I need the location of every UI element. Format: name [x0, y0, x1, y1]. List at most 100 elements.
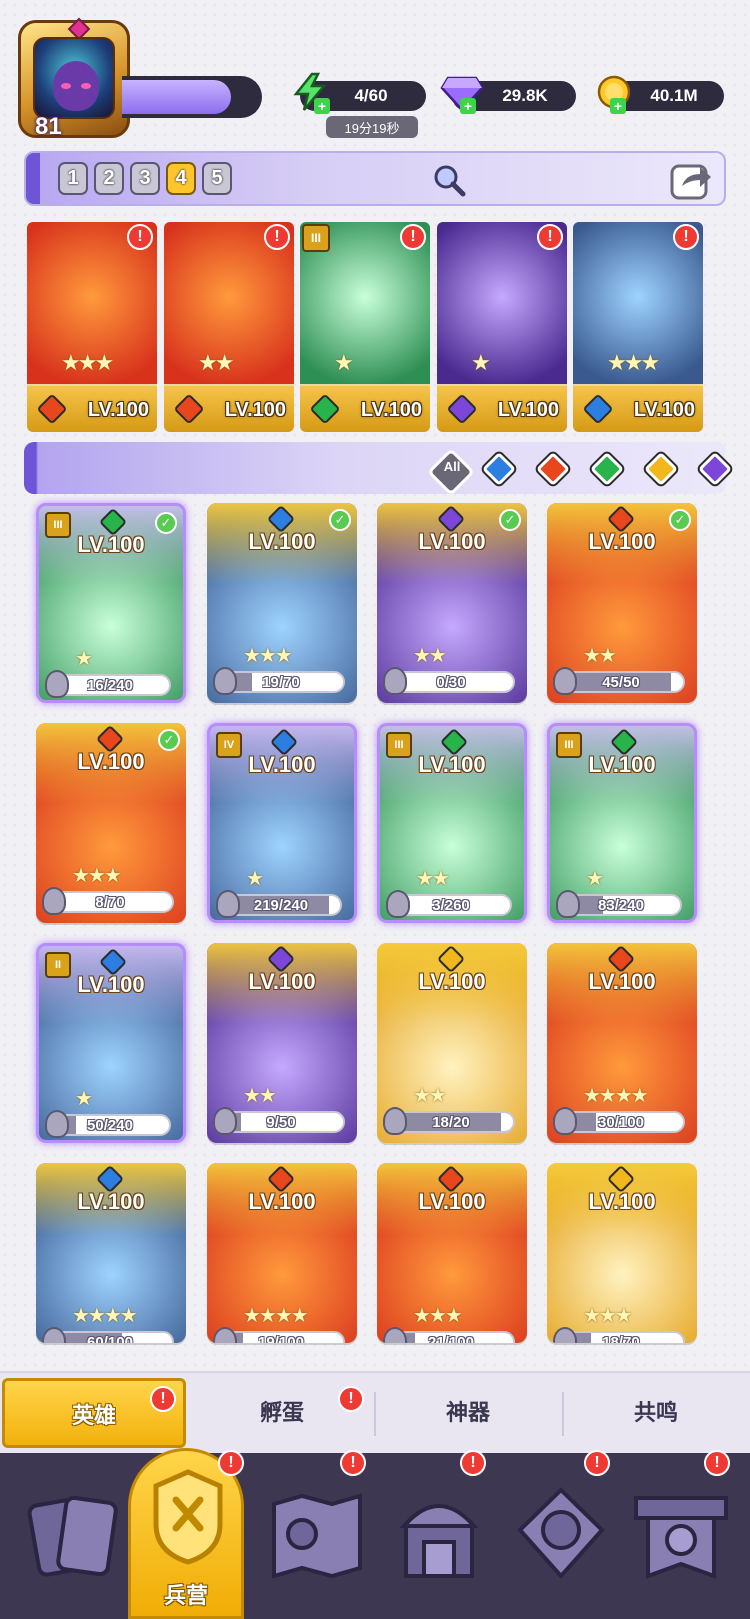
team-hero-alert-badge: ! [127, 224, 153, 250]
hero-shard-count: 18/20 [432, 1114, 470, 1131]
hero-card[interactable]: LV.100 ★★★ 21/100 [377, 1163, 527, 1343]
hero-stars: ★★★ [413, 1305, 463, 1327]
nav-shop-icon[interactable] [384, 1480, 494, 1590]
hero-shard-icon [45, 1110, 69, 1138]
xp-bar-fill [122, 80, 232, 114]
hero-card[interactable]: III LV.100 ★ 83/240 [547, 723, 697, 923]
gold-value: 40.1M [650, 86, 698, 105]
hero-shard-icon [45, 670, 69, 698]
nav-map-alert-badge: ! [340, 1450, 366, 1476]
hero-card[interactable]: ✓ LV.100 ★★★ 19/70 [207, 503, 357, 703]
hero-level: LV.100 [248, 529, 316, 554]
team-tab-4[interactable]: 4 [166, 162, 196, 195]
player-avatar[interactable]: 81 [18, 17, 130, 140]
hero-shard-count: 19/70 [262, 674, 300, 691]
hero-shard-icon [553, 1107, 577, 1135]
team-hero-level: LV.100 [497, 399, 559, 421]
hero-card[interactable]: LV.100 ★★★ 18/70 [547, 1163, 697, 1343]
team-tab-1[interactable]: 1 [58, 162, 88, 195]
nav-barracks-alert-badge: ! [218, 1450, 244, 1476]
gem-plus-icon[interactable]: + [460, 98, 476, 114]
hero-level: LV.100 [418, 752, 486, 777]
team-hero-card[interactable]: ★ LV.100 ! III [300, 222, 430, 432]
hero-shard-icon [42, 887, 66, 915]
hero-card[interactable]: ✓ LV.100 ★★★ 8/70 [36, 723, 186, 923]
hero-shard-icon [216, 890, 240, 918]
hero-level: LV.100 [588, 969, 656, 994]
team-hero-level: LV.100 [360, 399, 422, 421]
team-hero-alert-badge: ! [537, 224, 563, 250]
team-hero-card[interactable]: ★★★ LV.100 ! [27, 222, 157, 432]
hero-card[interactable]: IV LV.100 ★ 219/240 [207, 723, 357, 923]
nav-banner-alert-badge: ! [704, 1450, 730, 1476]
subtab-resonance[interactable]: 共鸣 [564, 1378, 748, 1448]
energy-value: 4/60 [354, 86, 388, 105]
hero-card[interactable]: LV.100 ★★★★ 30/100 [547, 943, 697, 1143]
hero-shard-icon [386, 890, 410, 918]
hero-stars: ★★ [583, 645, 617, 667]
hero-shard-count: 60/100 [87, 1334, 133, 1343]
hero-level: LV.100 [77, 972, 145, 997]
nav-map-icon[interactable] [262, 1480, 372, 1590]
team-hero-card[interactable]: ★★★ LV.100 ! [573, 222, 703, 432]
hero-shard-count: 21/100 [428, 1334, 474, 1343]
subtab-artifacts[interactable]: 神器 [376, 1378, 560, 1448]
team-hero-stars: ★★★ [607, 350, 660, 375]
check-icon: ✓ [155, 512, 177, 534]
nav-guild-icon[interactable] [506, 1480, 616, 1590]
team-tab-5[interactable]: 5 [202, 162, 232, 195]
hero-card[interactable]: III LV.100 ★★ 3/260 [377, 723, 527, 923]
team-hero-stars: ★ [471, 350, 491, 375]
check-icon: ✓ [669, 509, 691, 531]
team-tab-2[interactable]: 2 [94, 162, 124, 195]
hero-card[interactable]: LV.100 ★★ 18/20 [377, 943, 527, 1143]
search-icon[interactable] [432, 163, 466, 197]
team-hero-alert-badge: ! [264, 224, 290, 250]
hero-stars: ★ [75, 648, 93, 670]
hero-card[interactable]: II LV.100 ★ 50/240 [36, 943, 186, 1143]
hero-card[interactable]: ✓ III LV.100 ★ 16/240 [36, 503, 186, 703]
hero-stars: ★★ [413, 645, 447, 667]
hero-stars: ★★ [416, 868, 450, 890]
energy-plus-icon[interactable]: + [314, 98, 330, 114]
hero-stars: ★ [586, 868, 604, 890]
nav-shop-alert-badge: ! [460, 1450, 486, 1476]
avatar-portrait [33, 37, 115, 119]
check-icon: ✓ [329, 509, 351, 531]
hero-stars: ★★ [243, 1085, 277, 1107]
hero-card[interactable]: LV.100 ★★ 9/50 [207, 943, 357, 1143]
nav-cards-icon[interactable] [20, 1480, 130, 1590]
hero-level: LV.100 [248, 969, 316, 994]
hero-stars: ★★★★ [583, 1085, 649, 1107]
hero-card[interactable]: ✓ LV.100 ★★ 0/30 [377, 503, 527, 703]
nav-barracks-label: 兵营 [163, 1583, 208, 1608]
team-tab-3[interactable]: 3 [130, 162, 160, 195]
team-hero-card[interactable]: ★ LV.100 ! [437, 222, 567, 432]
hero-level: LV.100 [418, 969, 486, 994]
gold-plus-icon[interactable]: + [610, 98, 626, 114]
hero-shard-icon [553, 667, 577, 695]
hero-level: LV.100 [418, 529, 486, 554]
energy-timer: 19分19秒 [326, 116, 418, 138]
xp-bar [122, 76, 262, 118]
hero-shard-count: 0/30 [436, 674, 466, 691]
player-level: 81 [35, 113, 62, 140]
hero-card[interactable]: LV.100 ★★★★ 19/100 [207, 1163, 357, 1343]
team-hero-card[interactable]: ★★ LV.100 ! [164, 222, 294, 432]
hero-stars: ★★★ [583, 1305, 633, 1327]
hero-level: LV.100 [77, 749, 145, 774]
team-hero-stars: ★★ [198, 350, 234, 375]
share-icon[interactable] [668, 156, 714, 202]
hero-level: LV.100 [418, 1189, 486, 1214]
gem-value: 29.8K [502, 86, 548, 105]
hero-card[interactable]: ✓ LV.100 ★★ 45/50 [547, 503, 697, 703]
hero-card[interactable]: LV.100 ★★★★ 60/100 [36, 1163, 186, 1343]
hero-stars: ★★★ [243, 645, 293, 667]
hero-stars: ★★★ [72, 865, 122, 887]
team-hero-level: LV.100 [633, 399, 695, 421]
hero-stars: ★ [246, 868, 264, 890]
team-hero-level: LV.100 [87, 399, 149, 421]
nav-banner-icon[interactable] [626, 1480, 736, 1590]
hero-shard-count: 8/70 [95, 894, 125, 911]
team-hero-alert-badge: ! [400, 224, 426, 250]
